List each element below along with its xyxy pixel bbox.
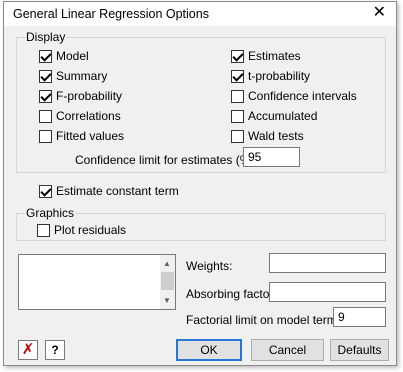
checkbox-wald-tests[interactable]: Wald tests [231,128,304,144]
checkbox-estimate-constant[interactable]: Estimate constant term [39,183,179,199]
checkbox-summary[interactable]: Summary [39,68,107,84]
checkbox-accumulated[interactable]: Accumulated [231,108,317,124]
checkbox-label: Estimates [248,49,301,63]
checkbox-label: Confidence intervals [248,89,357,103]
checkbox-box[interactable] [231,49,244,63]
checkbox-fitted-values[interactable]: Fitted values [39,128,124,144]
checkbox-label: F-probability [56,89,123,103]
checkbox-box[interactable] [39,184,52,198]
checkbox-label: Correlations [56,109,121,123]
title-bar: General Linear Regression Options ✕ [4,2,396,26]
checkbox-box[interactable] [231,89,244,103]
factorial-limit-label: Factorial limit on model terms: [186,313,347,327]
checkbox-box[interactable] [39,109,52,123]
checkbox-box[interactable] [39,69,52,83]
checkbox-f-probability[interactable]: F-probability [39,88,122,104]
weights-field[interactable] [269,253,386,273]
checkbox-box[interactable] [231,129,244,143]
defaults-button[interactable]: Defaults [330,339,389,361]
help-button[interactable]: ? [45,340,65,360]
clear-button[interactable]: ✗ [18,340,38,360]
checkbox-box[interactable] [231,109,244,123]
ok-button[interactable]: OK [176,339,242,361]
checkbox-box[interactable] [39,49,52,63]
checkbox-label: Fitted values [56,129,125,143]
checkbox-box[interactable] [39,89,52,103]
confidence-limit-label: Confidence limit for estimates (%): [75,153,258,167]
checkbox-label: Accumulated [248,109,318,123]
checkbox-label: Estimate constant term [56,184,179,198]
graphics-group-label: Graphics [25,206,76,220]
absorbing-factor-field[interactable] [269,282,386,302]
checkbox-label: Model [56,49,89,63]
checkbox-label: Wald tests [248,129,304,143]
scroll-thumb[interactable] [161,272,174,290]
checkbox-model[interactable]: Model [39,48,89,64]
checkbox-correlations[interactable]: Correlations [39,108,121,124]
listbox-scrollbar[interactable]: ▲ ▼ [160,255,175,309]
scroll-up-icon[interactable]: ▲ [163,259,171,268]
window-title: General Linear Regression Options [13,7,209,21]
checkbox-box[interactable] [39,129,52,143]
checkbox-estimates[interactable]: Estimates [231,48,301,64]
weights-label: Weights: [186,259,233,273]
checkbox-t-probability[interactable]: t-probability [231,68,310,84]
checkbox-label: Summary [56,69,108,83]
checkbox-confidence-intervals[interactable]: Confidence intervals [231,88,357,104]
clear-icon: ✗ [21,341,35,358]
close-icon[interactable]: ✕ [373,4,386,22]
model-terms-listbox[interactable]: ▲ ▼ [18,254,176,310]
options-dialog: General Linear Regression Options ✕ Disp… [3,1,397,366]
checkbox-box[interactable] [231,69,244,83]
checkbox-box[interactable] [37,223,50,237]
checkbox-plot-residuals[interactable]: Plot residuals [37,222,126,238]
help-icon: ? [51,343,59,357]
factorial-limit-field[interactable]: 9 [333,307,386,327]
cancel-button[interactable]: Cancel [251,339,324,361]
checkbox-label: Plot residuals [54,223,127,237]
display-group-label: Display [25,30,67,44]
absorbing-factor-label: Absorbing factor: [186,287,277,301]
confidence-limit-field[interactable]: 95 [243,147,300,167]
checkbox-label: t-probability [248,69,311,83]
scroll-down-icon[interactable]: ▼ [163,296,171,305]
